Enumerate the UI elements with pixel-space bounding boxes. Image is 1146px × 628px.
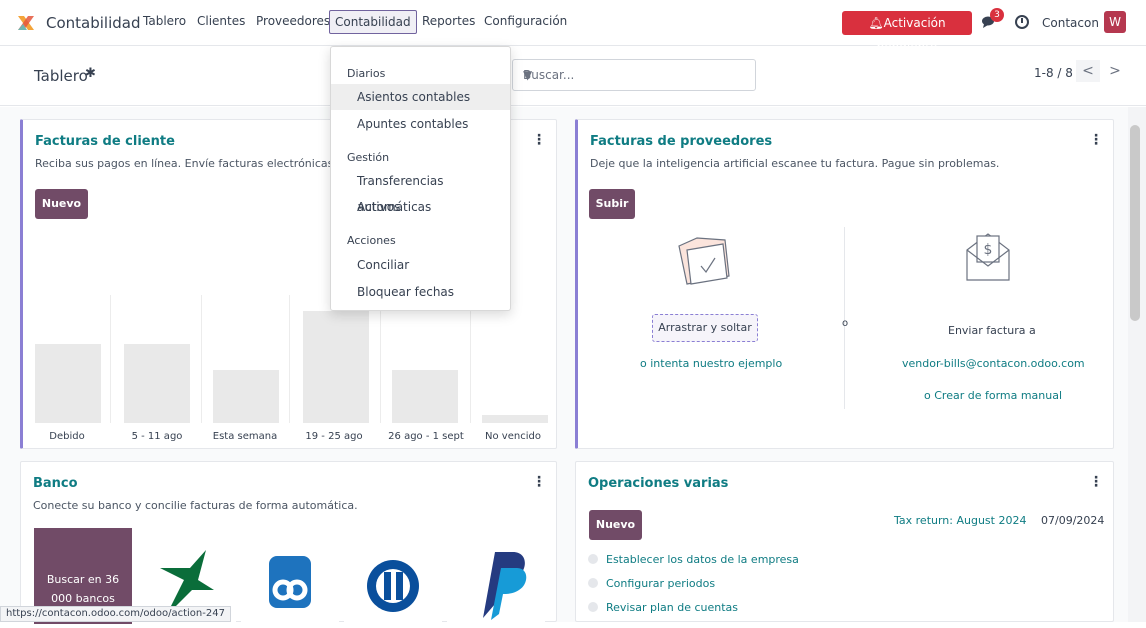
tax-return-date: 07/09/2024 [1041, 514, 1105, 527]
nav-reportes[interactable]: Reportes [422, 14, 475, 28]
bar-3[interactable] [303, 311, 369, 423]
kebab-menu-icon[interactable]: ⋮ [1089, 474, 1103, 490]
card-title[interactable]: Banco [33, 476, 78, 491]
user-avatar[interactable]: W [1104, 11, 1126, 33]
card-title[interactable]: Facturas de proveedores [590, 134, 772, 149]
search-input[interactable]: Buscar... ▼ [512, 59, 756, 91]
grid-line [110, 295, 111, 423]
menu-section-acciones: Acciones [347, 234, 396, 247]
menu-item-transferencias[interactable]: Transferencias automáticas [331, 168, 510, 214]
search-banks-label: Buscar en 36 000 bancos [46, 573, 120, 605]
card-description: Reciba sus pagos en línea. Envíe factura… [35, 157, 334, 170]
diners-bank-icon [367, 560, 419, 612]
onboarding-step[interactable]: Revisar plan de cuentas [588, 601, 738, 614]
pager-value[interactable]: 1-8 / 8 [1034, 66, 1073, 80]
onboarding-step[interactable]: Configurar periodos [588, 577, 715, 590]
app-logo-icon[interactable] [16, 13, 36, 33]
kebab-menu-icon[interactable]: ⋮ [1089, 132, 1103, 148]
card-vendor-bills: Facturas de proveedores Deje que la inte… [575, 119, 1114, 449]
tax-return-link[interactable]: Tax return: August 2024 [894, 514, 1026, 527]
svg-text:$: $ [984, 242, 993, 258]
pager-next-icon[interactable]: > [1104, 60, 1126, 82]
envelope-icon: $ [966, 233, 1010, 281]
x-label: No vencido [485, 431, 541, 442]
paypal-icon [483, 552, 527, 620]
activation-pending-button[interactable]: 🔔︎Activación pendiente [842, 11, 972, 54]
drag-drop-zone[interactable]: Arrastrar y soltar [652, 314, 758, 342]
nav-contabilidad[interactable]: Contabilidad [329, 10, 417, 34]
menu-section-diarios: Diarios [347, 67, 386, 80]
new-entry-button[interactable]: Nuevo [589, 510, 642, 540]
menu-item-asientos-contables[interactable]: Asientos contables [331, 84, 510, 110]
company-name[interactable]: Contacon [1042, 16, 1099, 30]
upload-button[interactable]: Subir [589, 189, 635, 219]
send-invoice-label: Enviar factura a [948, 324, 1036, 337]
chat-badge: 3 [990, 8, 1004, 22]
new-invoice-button[interactable]: Nuevo [35, 189, 88, 219]
card-title[interactable]: Facturas de cliente [35, 134, 175, 149]
control-panel: Tablero ✱ Buscar... ▼ 1-8 / 8 < > [0, 46, 1146, 106]
bar-5[interactable] [482, 415, 548, 423]
contabilidad-dropdown-menu: Diarios Asientos contables Apuntes conta… [330, 46, 511, 311]
chevron-down-icon[interactable]: ▼ [523, 68, 532, 82]
app-name[interactable]: Contabilidad [46, 14, 141, 32]
grid-line [470, 295, 471, 423]
menu-item-activos[interactable]: Activos [331, 194, 510, 220]
activity-clock-icon[interactable] [1015, 15, 1029, 29]
top-navbar: Contabilidad Tablero Clientes Proveedore… [0, 0, 1146, 54]
try-example-link[interactable]: o intenta nuestro ejemplo [640, 357, 782, 370]
bar-1[interactable] [124, 344, 190, 423]
card-bank: Banco Conecte su banco y concilie factur… [20, 461, 557, 624]
grid-line [289, 295, 290, 423]
nav-clientes[interactable]: Clientes [197, 14, 245, 28]
folder-icon [678, 237, 730, 285]
card-description: Deje que la inteligencia artificial esca… [590, 157, 1000, 170]
menu-section-gestion: Gestión [347, 151, 390, 164]
x-label: Debido [49, 431, 85, 442]
card-title[interactable]: Operaciones varias [588, 476, 728, 491]
or-separator: o [842, 318, 849, 329]
bar-2[interactable] [213, 370, 279, 423]
grid-line [380, 295, 381, 423]
breadcrumb: Tablero [34, 67, 88, 85]
nav-tablero[interactable]: Tablero [143, 14, 186, 28]
bar-0[interactable] [35, 344, 101, 423]
pager-prev-icon[interactable]: < [1076, 60, 1100, 82]
card-misc-operations: Operaciones varias ⋮ Nuevo Tax return: A… [575, 461, 1114, 622]
status-url-tooltip: https://contacon.odoo.com/odoo/action-24… [0, 606, 231, 622]
bank-logo-tile[interactable] [344, 528, 442, 624]
x-label: 26 ago - 1 sept [388, 431, 464, 442]
scrollbar-thumb[interactable] [1130, 125, 1140, 321]
blue-bank-icon [269, 556, 311, 608]
grid-line [201, 295, 202, 423]
vendor-email-link[interactable]: vendor-bills@contacon.odoo.com [902, 357, 1085, 370]
gear-icon[interactable]: ✱ [85, 66, 96, 81]
menu-item-bloquear-fechas[interactable]: Bloquear fechas [331, 279, 510, 305]
x-label: 5 - 11 ago [131, 431, 183, 442]
dashboard: Facturas de cliente Reciba sus pagos en … [0, 107, 1128, 624]
menu-item-conciliar[interactable]: Conciliar [331, 252, 510, 278]
nav-proveedores[interactable]: Proveedores [256, 14, 330, 28]
bell-icon: 🔔︎ [868, 16, 884, 30]
bank-logo-tile[interactable] [241, 528, 339, 624]
menu-item-apuntes-contables[interactable]: Apuntes contables [331, 111, 510, 137]
kebab-menu-icon[interactable]: ⋮ [532, 474, 546, 490]
x-label: Esta semana [212, 431, 278, 442]
onboarding-step[interactable]: Establecer los datos de la empresa [588, 553, 799, 566]
bar-4[interactable] [392, 370, 458, 423]
card-description: Conecte su banco y concilie facturas de … [33, 499, 358, 512]
kebab-menu-icon[interactable]: ⋮ [532, 132, 546, 148]
nav-configuracion[interactable]: Configuración [484, 14, 567, 28]
create-manual-link[interactable]: o Crear de forma manual [924, 389, 1062, 402]
bank-logo-tile[interactable] [447, 528, 545, 624]
x-label: 19 - 25 ago [305, 431, 363, 442]
